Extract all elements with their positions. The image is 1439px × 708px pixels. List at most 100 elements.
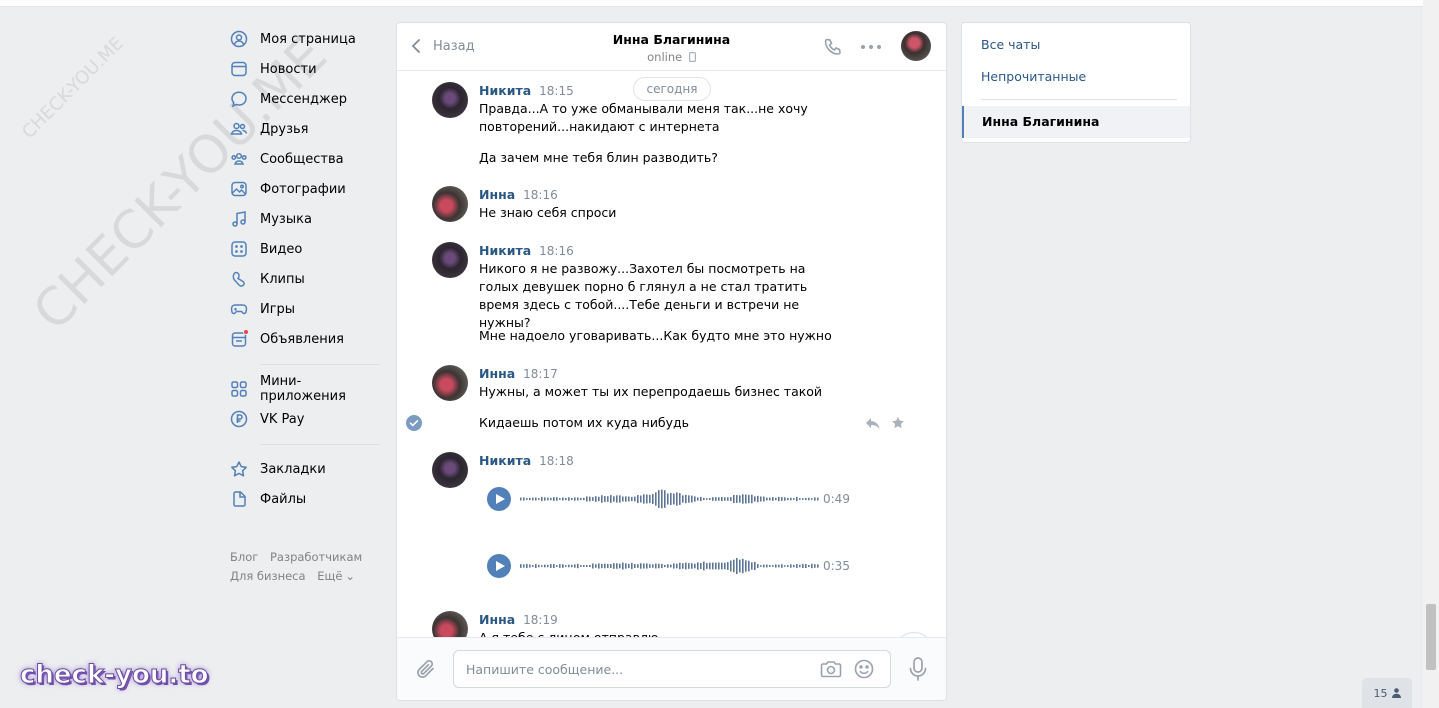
author-avatar[interactable] bbox=[432, 611, 468, 638]
waveform-bar bbox=[673, 493, 675, 505]
nav-divider bbox=[260, 364, 380, 365]
nav-mini-apps[interactable]: Мини-приложения bbox=[230, 374, 382, 404]
waveform-bar bbox=[637, 495, 639, 503]
peer-avatar[interactable] bbox=[901, 31, 931, 61]
message-author[interactable]: Никита bbox=[479, 83, 531, 98]
waveform-bar bbox=[667, 493, 669, 505]
waveform-bar bbox=[643, 563, 645, 569]
nav-video[interactable]: Видео bbox=[230, 234, 382, 264]
waveform-bar bbox=[550, 497, 552, 501]
nav-bookmarks[interactable]: Закладки bbox=[230, 454, 382, 484]
paperclip-icon[interactable] bbox=[415, 658, 437, 680]
clips-icon bbox=[230, 270, 248, 288]
waveform-bar bbox=[646, 494, 648, 504]
waveform-bar bbox=[589, 564, 591, 568]
voice-message[interactable]: 0:35 bbox=[487, 553, 857, 579]
vkpay-icon bbox=[230, 410, 248, 428]
footer-more-link[interactable]: Ещё ⌄ bbox=[317, 569, 363, 583]
emoji-icon[interactable] bbox=[854, 659, 874, 679]
waveform-bar bbox=[568, 564, 570, 568]
message-author[interactable]: Никита bbox=[479, 453, 531, 468]
phone-icon[interactable] bbox=[823, 37, 843, 57]
message-input-box bbox=[453, 650, 891, 688]
author-avatar[interactable] bbox=[432, 242, 468, 278]
play-button[interactable] bbox=[487, 487, 511, 511]
author-avatar[interactable] bbox=[432, 365, 468, 401]
waveform-bar bbox=[586, 496, 588, 502]
waveform-bar bbox=[757, 564, 759, 568]
waveform[interactable] bbox=[520, 555, 820, 577]
communities-icon bbox=[230, 150, 248, 168]
waveform-bar bbox=[562, 497, 564, 501]
waveform-bar bbox=[664, 490, 666, 508]
message-input[interactable] bbox=[466, 651, 806, 687]
waveform-bar bbox=[667, 564, 669, 568]
selected-check-icon[interactable] bbox=[406, 415, 422, 431]
nav-ads[interactable]: Объявления bbox=[230, 324, 382, 354]
waveform-bar bbox=[760, 565, 762, 567]
online-friends-badge[interactable]: 15 bbox=[1362, 678, 1412, 708]
message-author[interactable]: Инна bbox=[479, 612, 515, 627]
camera-icon[interactable] bbox=[820, 659, 842, 679]
nav-photos[interactable]: Фотографии bbox=[230, 174, 382, 204]
waveform-bar bbox=[532, 565, 534, 567]
waveform-bar bbox=[694, 563, 696, 569]
nav-label: Объявления bbox=[260, 331, 344, 347]
nav-messenger[interactable]: Мессенджер bbox=[230, 84, 382, 114]
message-group[interactable]: Инна 18:16 Не знаю себя спроси bbox=[432, 186, 912, 226]
nav-my-page[interactable]: Моя страница bbox=[230, 24, 382, 54]
star-icon bbox=[230, 460, 248, 478]
message-group[interactable]: Никита 18:15 Правда...А то уже обманывал… bbox=[432, 82, 912, 182]
message-group[interactable]: Никита 18:16 Никого я не развожу...Захот… bbox=[432, 242, 912, 343]
nav-communities[interactable]: Сообщества bbox=[230, 144, 382, 174]
microphone-icon[interactable] bbox=[907, 656, 929, 682]
nav-clips[interactable]: Клипы bbox=[230, 264, 382, 294]
author-avatar[interactable] bbox=[432, 452, 468, 488]
waveform-bar bbox=[661, 489, 663, 509]
waveform[interactable] bbox=[520, 488, 820, 510]
star-icon[interactable] bbox=[890, 416, 906, 430]
nav-label: VK Pay bbox=[260, 411, 305, 427]
message-list[interactable]: сегодня Никита 18:15 Правда...А то уже о… bbox=[397, 72, 946, 638]
waveform-bar bbox=[769, 565, 771, 567]
footer-business-link[interactable]: Для бизнеса bbox=[230, 569, 306, 583]
waveform-bar bbox=[592, 563, 594, 569]
message-text: Да зачем мне тебя блин разводить? bbox=[479, 150, 718, 165]
message-group[interactable]: Инна 18:17 Нужны, а может ты их перепрод… bbox=[432, 365, 912, 435]
waveform-bar bbox=[808, 564, 810, 568]
voice-message[interactable]: 0:49 bbox=[487, 486, 857, 512]
message-group[interactable]: Инна 18:19 А я тебе с лицом отправлю bbox=[432, 611, 912, 638]
message-author[interactable]: Инна bbox=[479, 366, 515, 381]
waveform-bar bbox=[532, 497, 534, 501]
waveform-bar bbox=[772, 565, 774, 567]
waveform-bar bbox=[565, 565, 567, 567]
message-author[interactable]: Никита bbox=[479, 243, 531, 258]
nav-files[interactable]: Файлы bbox=[230, 484, 382, 514]
message-time: 18:16 bbox=[539, 244, 574, 258]
footer-dev-link[interactable]: Разработчикам bbox=[270, 550, 362, 564]
waveform-bar bbox=[685, 494, 687, 504]
nav-news[interactable]: Новости bbox=[230, 54, 382, 84]
scrollbar-thumb[interactable] bbox=[1426, 604, 1436, 670]
page-scrollbar[interactable] bbox=[1423, 0, 1439, 708]
nav-music[interactable]: Музыка bbox=[230, 204, 382, 234]
play-button[interactable] bbox=[487, 554, 511, 578]
nav-games[interactable]: Игры bbox=[230, 294, 382, 324]
reply-icon[interactable] bbox=[865, 417, 881, 431]
message-author[interactable]: Инна bbox=[479, 187, 515, 202]
nav-label: Сообщества bbox=[260, 151, 344, 167]
footer-blog-link[interactable]: Блог bbox=[230, 550, 258, 564]
filter-all-chats[interactable]: Все чаты bbox=[981, 37, 1040, 52]
author-avatar[interactable] bbox=[432, 186, 468, 222]
filter-unread[interactable]: Непрочитанные bbox=[981, 69, 1086, 84]
waveform-bar bbox=[778, 564, 780, 568]
active-chat-item[interactable]: Инна Благинина bbox=[962, 106, 1190, 138]
message-group[interactable]: Никита 18:18 bbox=[432, 452, 946, 602]
author-avatar[interactable] bbox=[432, 82, 468, 118]
waveform-bar bbox=[769, 497, 771, 501]
waveform-bar bbox=[817, 497, 819, 501]
more-icon[interactable] bbox=[859, 43, 883, 51]
nav-vkpay[interactable]: VK Pay bbox=[230, 404, 382, 434]
waveform-bar bbox=[733, 494, 735, 504]
nav-friends[interactable]: Друзья bbox=[230, 114, 382, 144]
